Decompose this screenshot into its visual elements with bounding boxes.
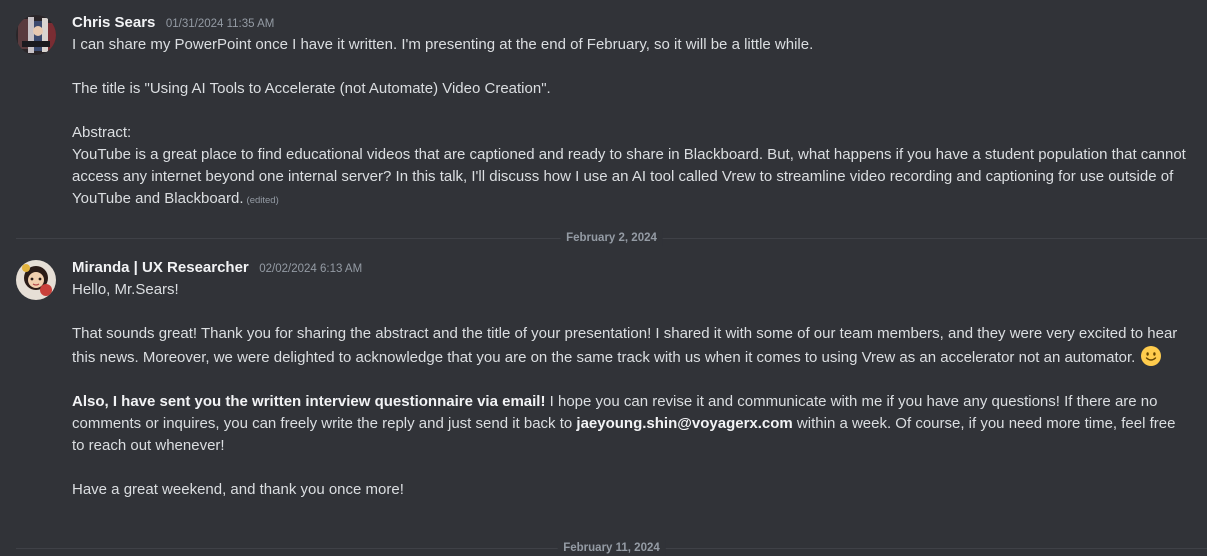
date-divider-label: February 11, 2024 (557, 540, 666, 556)
date-divider-label: February 2, 2024 (560, 230, 663, 246)
date-divider: February 2, 2024 (16, 230, 1207, 246)
timestamp[interactable]: 01/31/2024 11:35 AM (166, 18, 275, 30)
message-header: Miranda | UX Researcher 02/02/2024 6:13 … (72, 257, 1191, 279)
avatar-miranda-image (16, 260, 56, 300)
username[interactable]: Miranda | UX Researcher (72, 259, 249, 276)
message-header: Chris Sears 01/31/2024 11:35 AM (72, 12, 1191, 34)
paragraph: The title is "Using AI Tools to Accelera… (72, 80, 551, 97)
email-text[interactable]: jaeyoung.shin@voyagerx.com (576, 415, 792, 432)
paragraph-text: That sounds great! Thank you for sharing… (72, 325, 1178, 366)
paragraph: Also, I have sent you the written interv… (72, 391, 1191, 457)
paragraph: Hello, Mr.Sears! (72, 281, 179, 298)
paragraph: Abstract: (72, 124, 132, 141)
avatar[interactable] (16, 260, 56, 300)
bold-text: Also, I have sent you the written interv… (72, 393, 546, 410)
message-body: I can share my PowerPoint once I have it… (72, 34, 1191, 212)
paragraph: That sounds great! Thank you for sharing… (72, 323, 1191, 369)
username[interactable]: Chris Sears (72, 14, 155, 31)
paragraph: I can share my PowerPoint once I have it… (72, 36, 814, 53)
date-divider: February 11, 2024 (16, 540, 1207, 556)
avatar[interactable] (16, 15, 56, 55)
paragraph: YouTube is a great place to find educati… (72, 144, 1191, 212)
paragraph: Have a great weekend, and thank you once… (72, 481, 404, 498)
message-chris-sears: Chris Sears 01/31/2024 11:35 AM I can sh… (0, 12, 1207, 212)
timestamp[interactable]: 02/02/2024 6:13 AM (259, 263, 362, 275)
message-content: Miranda | UX Researcher 02/02/2024 6:13 … (72, 257, 1191, 501)
slightly-smiling-face-icon[interactable] (1140, 345, 1162, 367)
abstract-text: YouTube is a great place to find educati… (72, 146, 1186, 207)
avatar-chris-sears-image (16, 15, 56, 55)
edited-label: (edited) (246, 195, 279, 206)
message-body: Hello, Mr.Sears! That sounds great! Than… (72, 279, 1191, 501)
message-content: Chris Sears 01/31/2024 11:35 AM I can sh… (72, 12, 1191, 212)
message-miranda: Miranda | UX Researcher 02/02/2024 6:13 … (0, 257, 1207, 527)
